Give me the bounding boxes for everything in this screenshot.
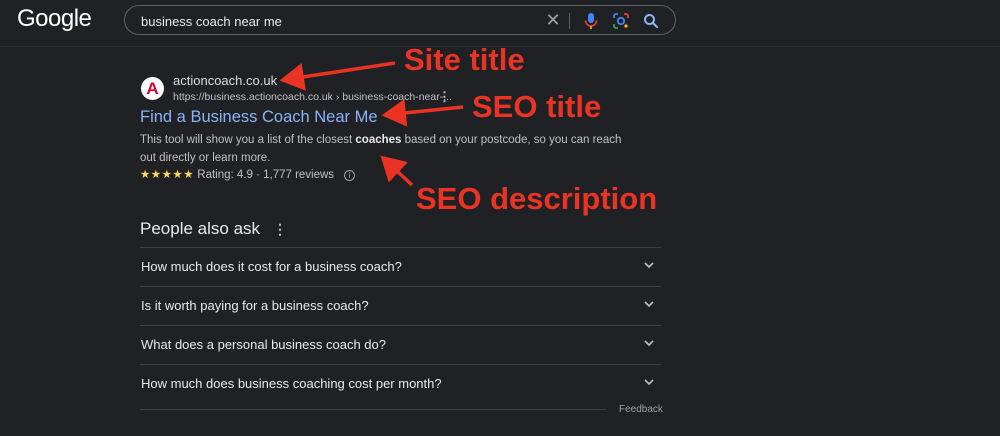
site-title-arrow bbox=[279, 61, 396, 91]
annotation-site-title: Site title bbox=[404, 42, 525, 77]
seo-description-arrow bbox=[380, 155, 414, 187]
annotation-seo-description: SEO description bbox=[416, 181, 658, 216]
seo-title-arrow bbox=[381, 98, 464, 127]
annotation-seo-title: SEO title bbox=[472, 89, 602, 124]
